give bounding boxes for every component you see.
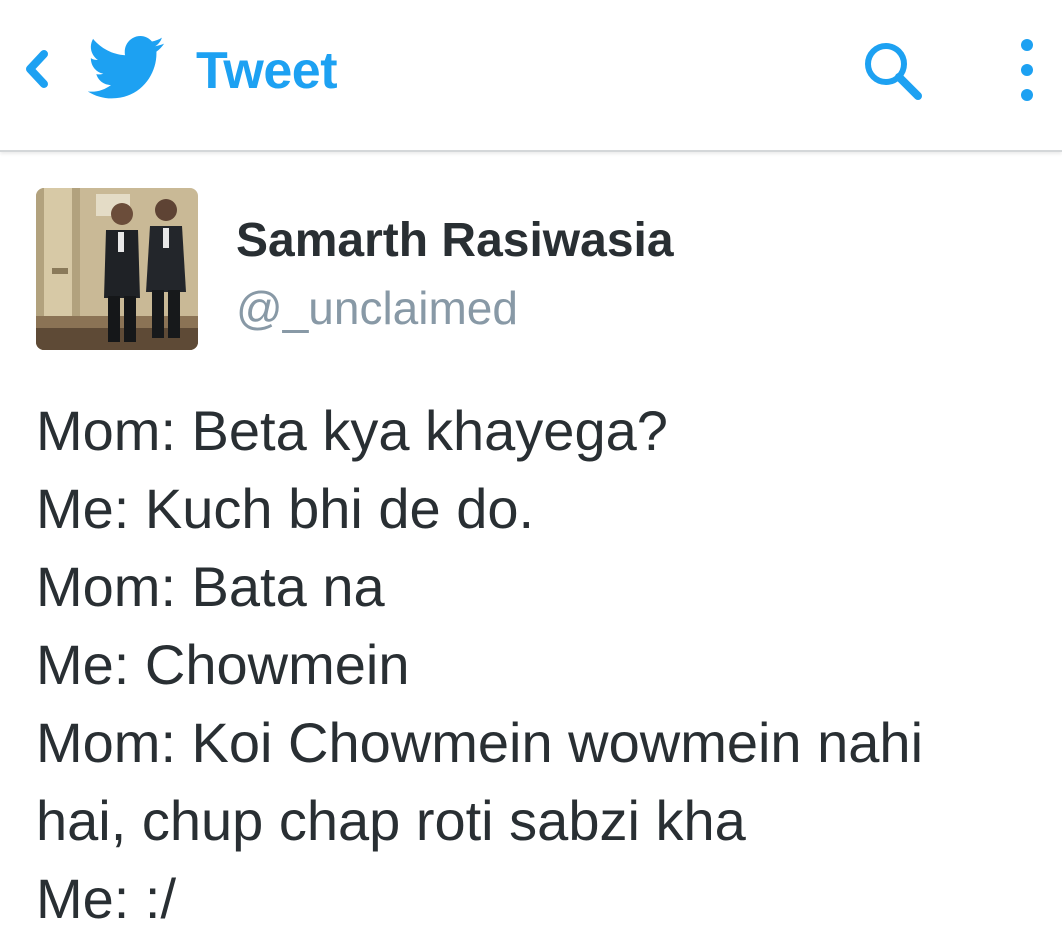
tweet-line: Me: Kuch bhi de do. bbox=[36, 477, 535, 540]
tweet-body: Mom: Beta kya khayega? Me: Kuch bhi de d… bbox=[36, 392, 1036, 938]
avatar[interactable] bbox=[36, 188, 198, 350]
chevron-left-icon bbox=[26, 50, 48, 88]
author-name[interactable]: Samarth Rasiwasia bbox=[236, 212, 674, 270]
tweet-line: hai, chup chap roti sabzi kha bbox=[36, 789, 746, 852]
search-button[interactable] bbox=[856, 36, 930, 106]
author-handle[interactable]: @_unclaimed bbox=[236, 280, 518, 336]
more-options-button[interactable] bbox=[1004, 30, 1050, 110]
twitter-bird-icon bbox=[87, 36, 166, 100]
page-title: Tweet bbox=[196, 42, 338, 100]
more-vertical-icon bbox=[1021, 39, 1033, 101]
tweet-line: Mom: Bata na bbox=[36, 555, 385, 618]
tweet-line: Me: :/ bbox=[36, 867, 177, 930]
search-icon bbox=[865, 43, 922, 100]
tweet-line: Mom: Beta kya khayega? bbox=[36, 399, 668, 462]
tweet-line: Me: Chowmein bbox=[36, 633, 410, 696]
tweet-line: Mom: Koi Chowmein wowmein nahi bbox=[36, 711, 924, 774]
back-button[interactable] bbox=[14, 45, 60, 93]
top-app-bar: Tweet bbox=[0, 0, 1062, 152]
